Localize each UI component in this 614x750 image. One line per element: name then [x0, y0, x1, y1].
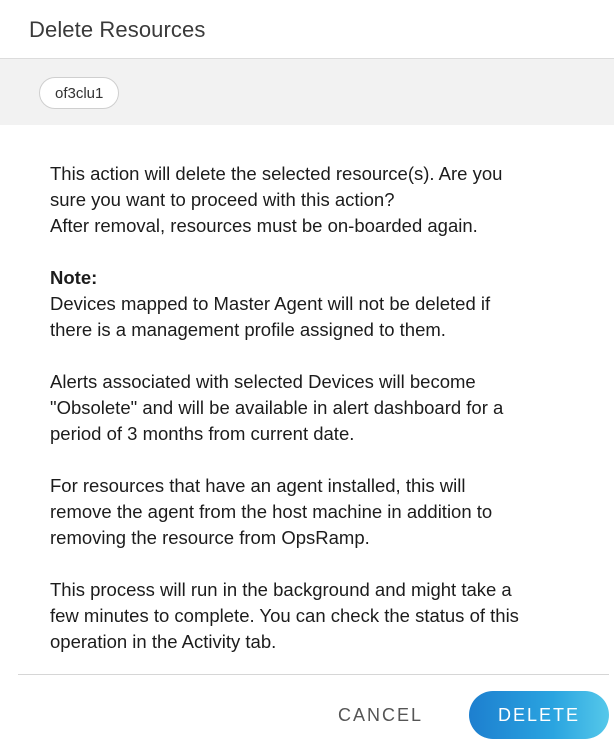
text-line: period of 3 months from current date.	[50, 423, 355, 444]
note-heading: Note:	[50, 267, 98, 288]
text-line: there is a management profile assigned t…	[50, 319, 446, 340]
text-line: This process will run in the background …	[50, 579, 512, 600]
delete-button[interactable]: DELETE	[469, 691, 609, 739]
intro-paragraph: This action will delete the selected res…	[50, 161, 564, 239]
text-line: Alerts associated with selected Devices …	[50, 371, 476, 392]
text-line: "Obsolete" and will be available in aler…	[50, 397, 504, 418]
dialog-header: Delete Resources	[0, 0, 614, 59]
text-line: few minutes to complete. You can check t…	[50, 605, 519, 626]
text-line: Devices mapped to Master Agent will not …	[50, 293, 491, 314]
dialog-footer: CANCEL DELETE	[338, 690, 609, 740]
text-line: removing the resource from OpsRamp.	[50, 527, 370, 548]
resource-chip: of3clu1	[39, 77, 120, 109]
dialog-title: Delete Resources	[29, 17, 206, 42]
text-line: This action will delete the selected res…	[50, 163, 503, 184]
selected-resources-bar: of3clu1	[0, 59, 614, 125]
text-line: After removal, resources must be on-boar…	[50, 215, 478, 236]
text-line: For resources that have an agent install…	[50, 475, 466, 496]
footer-divider	[18, 674, 609, 675]
cancel-button[interactable]: CANCEL	[338, 705, 423, 726]
dialog-message: This action will delete the selected res…	[0, 125, 614, 655]
text-line: sure you want to proceed with this actio…	[50, 189, 395, 210]
text-line: remove the agent from the host machine i…	[50, 501, 493, 522]
alerts-paragraph: Alerts associated with selected Devices …	[50, 369, 564, 447]
note-paragraph: Note: Devices mapped to Master Agent wil…	[50, 265, 564, 343]
agent-paragraph: For resources that have an agent install…	[50, 473, 564, 551]
process-paragraph: This process will run in the background …	[50, 577, 564, 655]
delete-resources-dialog: Delete Resources of3clu1 This action wil…	[0, 0, 614, 750]
text-line: operation in the Activity tab.	[50, 631, 277, 652]
